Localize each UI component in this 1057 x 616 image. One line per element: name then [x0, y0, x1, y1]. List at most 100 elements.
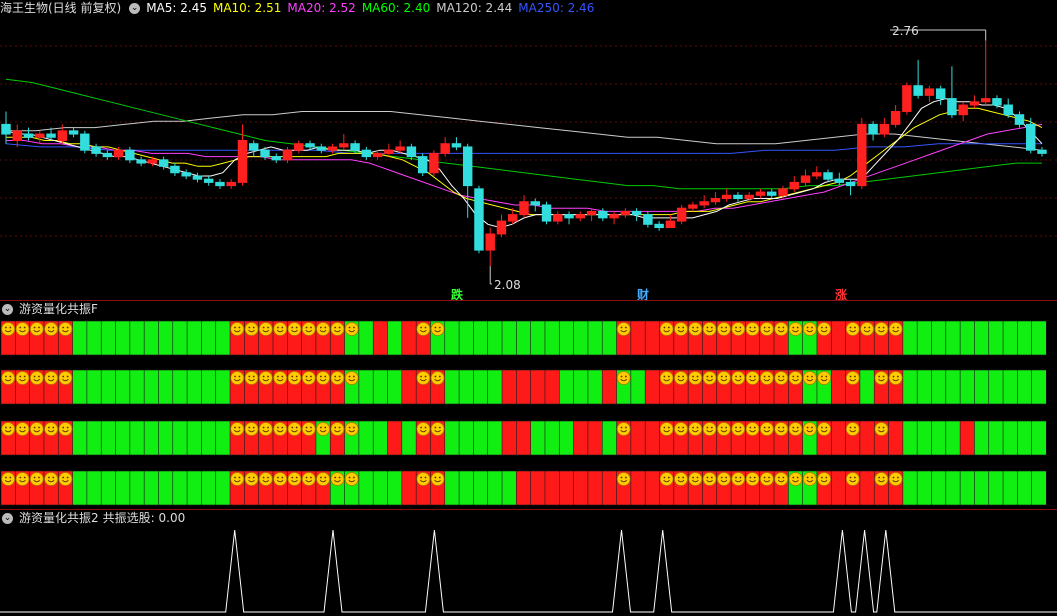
resonance-cell — [401, 420, 417, 456]
marker-cai: 财 — [637, 288, 650, 300]
resonance-cell — [988, 470, 1004, 506]
smiley-icon — [659, 422, 674, 436]
low-price-label: 2.08 — [494, 278, 521, 292]
resonance-cell — [859, 470, 875, 506]
resonance-cell — [959, 420, 976, 456]
candle-body — [992, 98, 1002, 106]
marker-die: 跌 — [451, 288, 464, 300]
resonance-cell — [458, 369, 474, 405]
smiley-icon — [774, 472, 789, 486]
candle-body — [519, 201, 529, 216]
candle-body — [192, 175, 203, 180]
smiley-icon — [802, 472, 817, 486]
candle-body — [249, 143, 259, 151]
smiley-icon — [888, 371, 903, 385]
smiley-icon — [845, 322, 860, 336]
resonance-cell — [1002, 420, 1018, 456]
resonance-cell — [902, 369, 918, 405]
resonance-cell — [201, 320, 217, 356]
resonance-cell — [558, 420, 575, 456]
smiley-icon — [616, 422, 631, 436]
resonance-cell — [530, 369, 546, 405]
smiley-icon — [702, 472, 717, 486]
resonance-cell — [888, 420, 904, 456]
price-chart-panel[interactable]: 海王生物(日线 前复权) ⌄ MA5: 2.45 MA10: 2.51 MA20: 2.… — [0, 0, 1057, 300]
candle-body — [46, 133, 56, 138]
resonance-cell — [859, 369, 875, 405]
candle-body — [834, 178, 845, 183]
resonance-grid — [0, 320, 1047, 506]
smiley-icon — [344, 322, 359, 336]
candle-body — [800, 175, 811, 183]
resonance-cell — [458, 420, 474, 456]
candlestick-chart[interactable] — [0, 0, 1057, 300]
candle-body — [406, 146, 417, 158]
select-signal-chart — [0, 529, 1057, 613]
smiley-icon — [273, 422, 288, 436]
candle-body — [710, 198, 721, 203]
resonance-cell — [487, 320, 503, 356]
candle-body — [913, 85, 923, 96]
resonance-cell — [1017, 470, 1033, 506]
smiley-icon — [258, 422, 273, 436]
resonance-cell — [516, 470, 532, 506]
smiley-icon — [745, 422, 760, 436]
resonance-cell — [558, 470, 575, 506]
resonance-cell — [186, 369, 203, 405]
smiley-icon — [15, 472, 30, 486]
candle-body — [1, 123, 11, 135]
smiley-icon — [745, 371, 760, 385]
resonance-panel[interactable]: ⌄ 游资量化共振F — [0, 301, 1057, 509]
candle-body — [947, 98, 957, 116]
smiley-icon — [416, 322, 431, 336]
resonance-cell — [501, 470, 517, 506]
smiley-icon — [58, 322, 73, 336]
resonance-cell — [201, 470, 217, 506]
candle-body — [417, 156, 428, 174]
resonance-cell — [916, 320, 933, 356]
smiley-icon — [316, 422, 330, 436]
select-panel[interactable]: ⌄ 游资量化共振2 共振选股: 0.00 — [0, 510, 1057, 616]
resonance-cell — [401, 320, 417, 356]
smiley-icon — [659, 322, 674, 336]
resonance-cell — [1031, 320, 1047, 356]
smiley-icon — [817, 371, 832, 385]
candle-body — [879, 123, 890, 135]
candle-body — [969, 101, 980, 106]
resonance-cell — [115, 420, 131, 456]
resonance-cell — [100, 369, 117, 405]
resonance-cell — [830, 420, 847, 456]
smiley-icon — [330, 371, 345, 385]
candle-body — [654, 223, 664, 229]
resonance-cell — [630, 369, 646, 405]
resonance-cell — [630, 470, 646, 506]
smiley-icon — [29, 322, 44, 336]
smiley-icon — [1, 371, 16, 385]
smiley-icon — [759, 422, 774, 436]
resonance-cell — [644, 369, 661, 405]
resonance-cell — [644, 470, 661, 506]
smiley-icon — [802, 322, 817, 336]
smiley-icon — [874, 322, 889, 336]
candle-body — [68, 130, 79, 135]
resonance-cell — [473, 369, 489, 405]
candle-body — [508, 214, 518, 222]
candle-body — [699, 201, 709, 206]
smiley-icon — [58, 371, 73, 385]
candle-body — [294, 143, 304, 151]
resonance-cell — [86, 320, 102, 356]
smiley-icon — [1, 422, 16, 436]
resonance-cell — [501, 420, 517, 456]
smiley-icon — [316, 322, 330, 336]
smiley-icon — [244, 472, 259, 486]
resonance-cell — [115, 470, 131, 506]
smiley-icon — [717, 472, 731, 486]
resonance-cell — [215, 420, 231, 456]
resonance-cell — [516, 369, 532, 405]
high-price-label: 2.76 — [892, 24, 919, 38]
smiley-icon — [616, 472, 631, 486]
resonance-cell — [916, 470, 933, 506]
candle-body — [57, 130, 68, 141]
resonance-cell — [530, 470, 546, 506]
smiley-icon — [430, 422, 445, 436]
